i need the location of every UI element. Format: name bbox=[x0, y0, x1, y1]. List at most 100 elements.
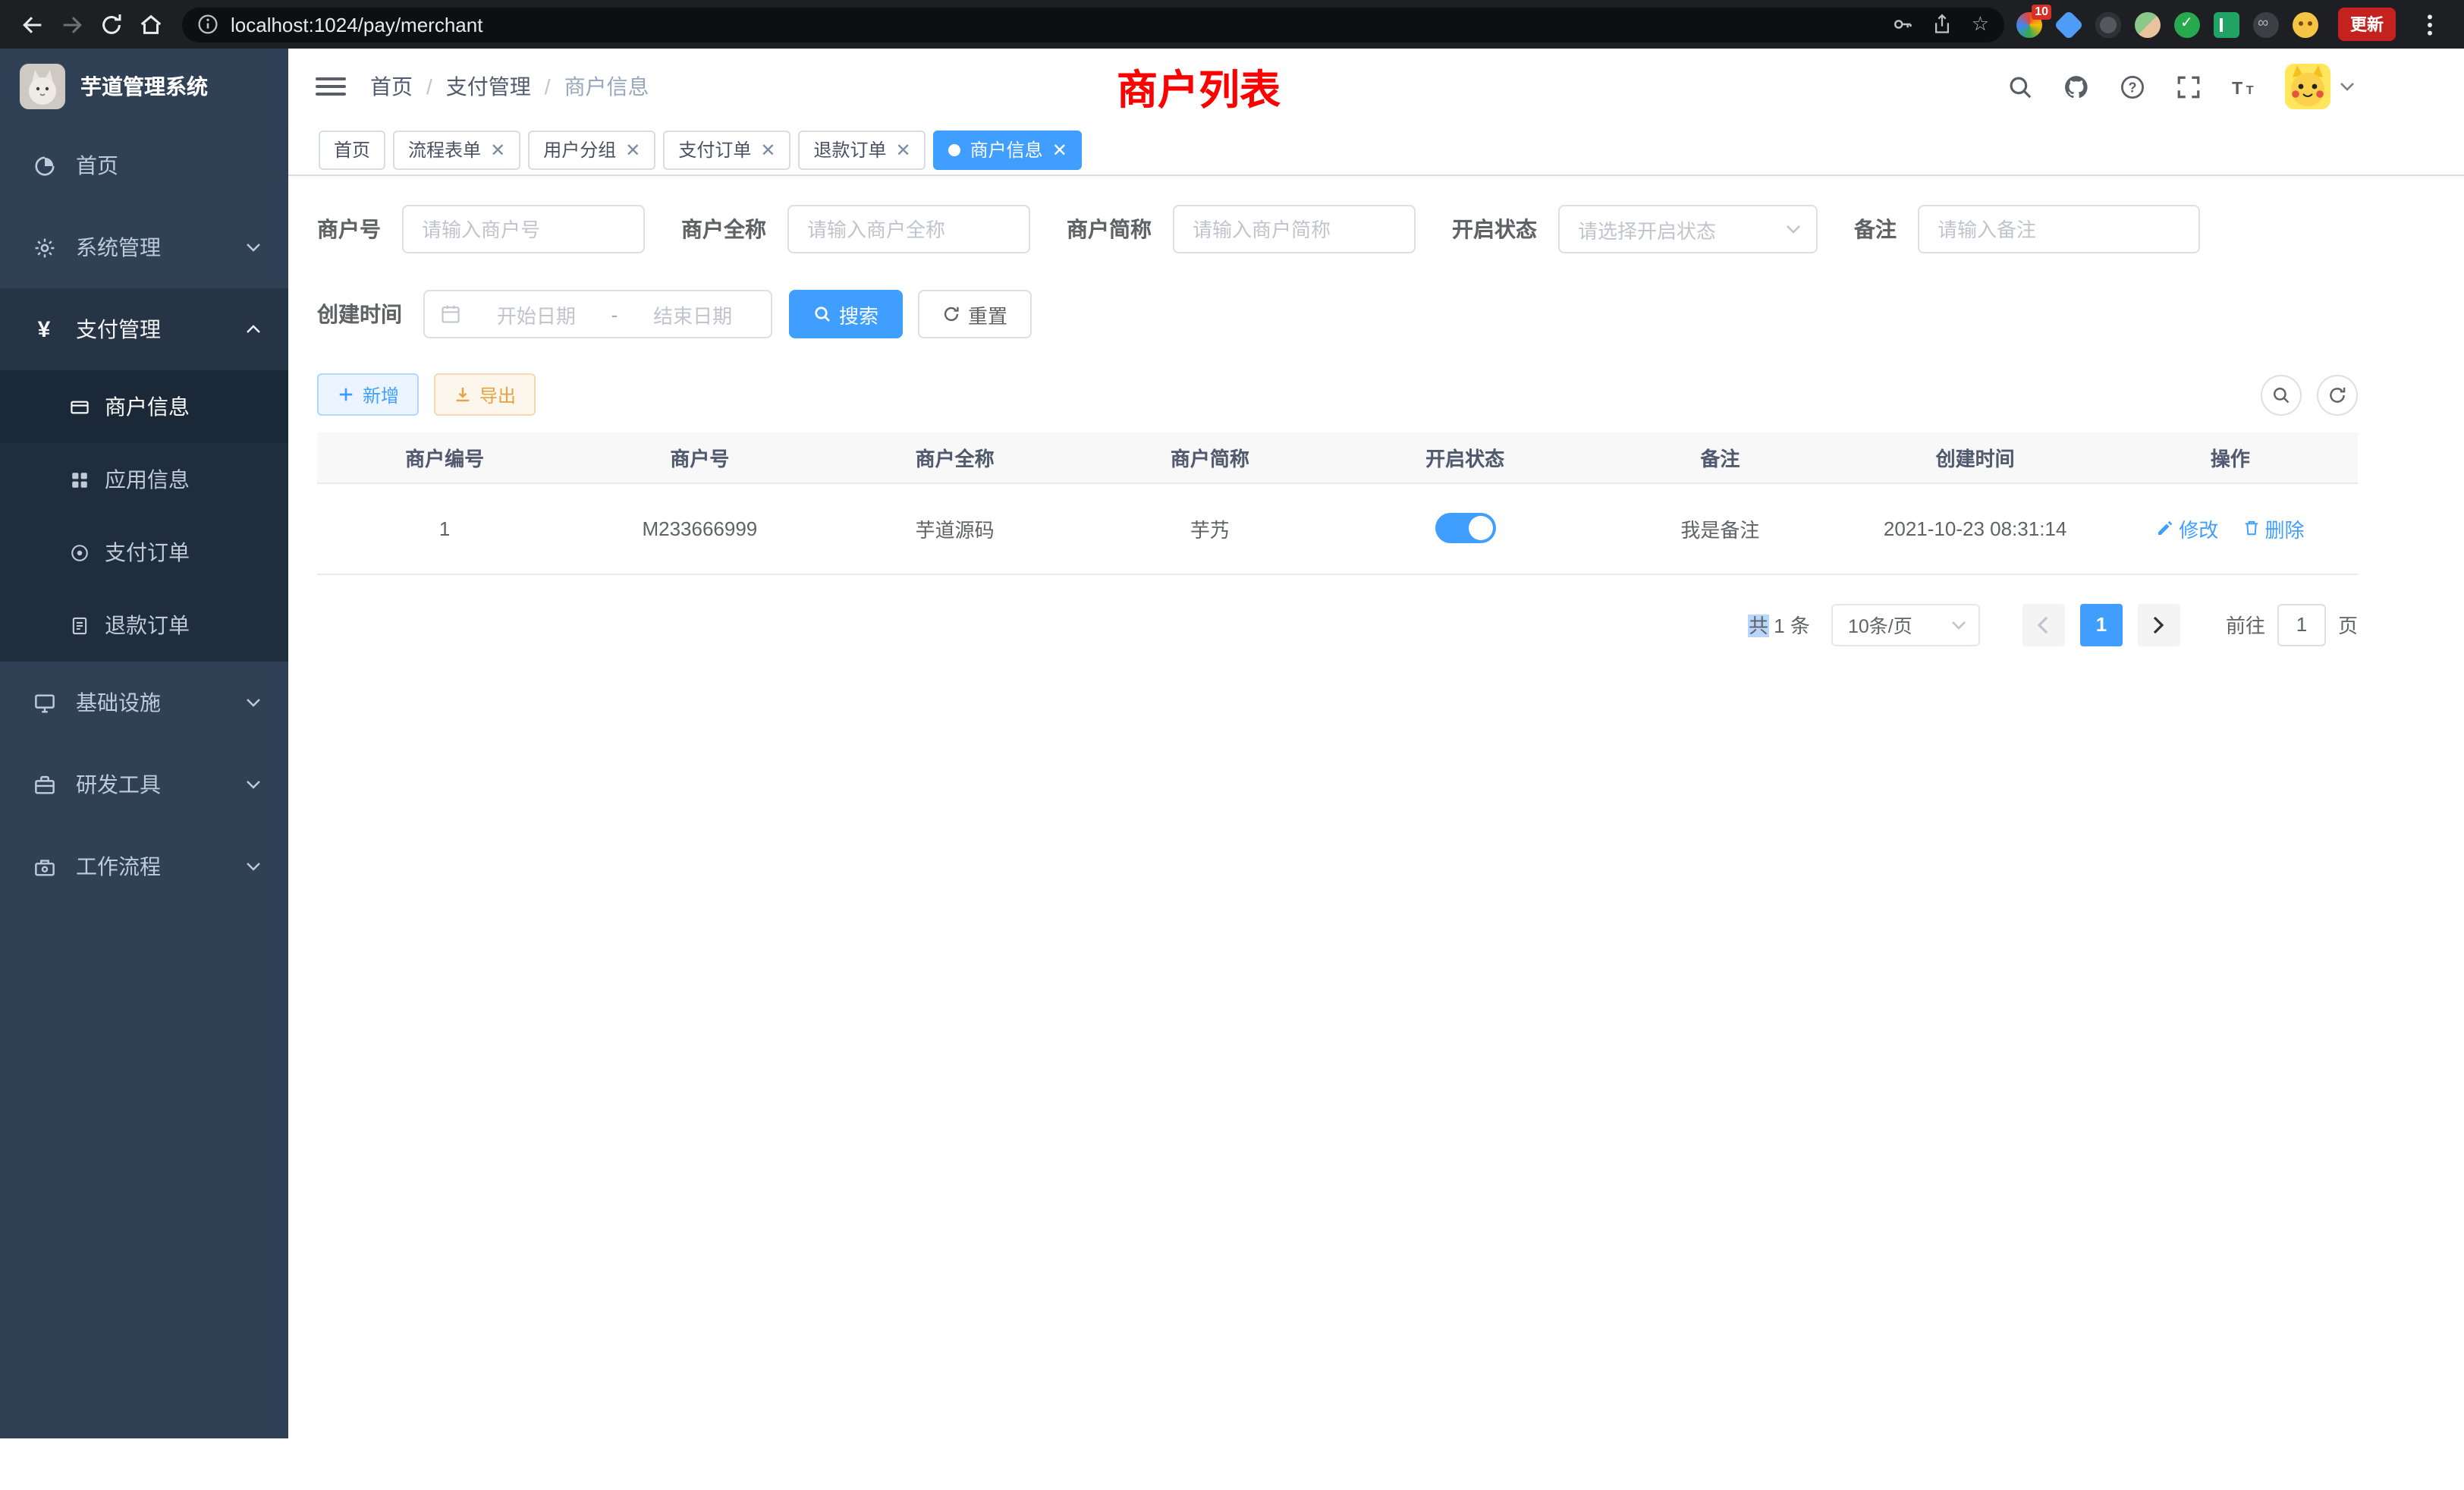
extension-icon[interactable] bbox=[2095, 11, 2121, 37]
search-button[interactable]: 搜索 bbox=[789, 290, 903, 338]
refresh-button[interactable] bbox=[2317, 374, 2358, 415]
grid-icon bbox=[67, 470, 91, 489]
create-time-range-picker[interactable]: 开始日期 - 结束日期 bbox=[423, 290, 772, 338]
sidebar-item-workflow[interactable]: 工作流程 bbox=[0, 825, 288, 907]
delete-link[interactable]: 删除 bbox=[2242, 514, 2305, 542]
extension-icon[interactable] bbox=[2253, 11, 2279, 37]
active-dot bbox=[949, 143, 961, 156]
pagination-total-prefix: 共 bbox=[1749, 615, 1768, 637]
reset-button[interactable]: 重置 bbox=[918, 290, 1032, 338]
svg-text:?: ? bbox=[2127, 79, 2136, 94]
password-key-icon[interactable] bbox=[1893, 14, 1914, 35]
gear-icon bbox=[30, 236, 58, 259]
extension-icon[interactable] bbox=[2135, 11, 2161, 37]
extension-icon[interactable] bbox=[2054, 9, 2083, 39]
sidebar-item-payment[interactable]: ¥ 支付管理 bbox=[0, 288, 288, 370]
plus-icon bbox=[337, 385, 355, 404]
page-title-annotation: 商户列表 bbox=[1117, 57, 1281, 116]
edit-label: 修改 bbox=[2179, 514, 2218, 542]
edit-link[interactable]: 修改 bbox=[2156, 514, 2218, 542]
tab-label: 商户信息 bbox=[970, 137, 1043, 162]
close-icon[interactable]: ✕ bbox=[625, 140, 640, 159]
sidebar-item-label: 系统管理 bbox=[76, 232, 161, 262]
extension-icon[interactable]: 10 bbox=[2016, 11, 2042, 37]
goto-page-input[interactable] bbox=[2277, 603, 2326, 646]
tab-user-group[interactable]: 用户分组✕ bbox=[528, 130, 655, 169]
sidebar-item-home[interactable]: 首页 bbox=[0, 124, 288, 206]
tab-label: 支付订单 bbox=[678, 137, 751, 162]
breadcrumb-payment[interactable]: 支付管理 bbox=[446, 71, 531, 102]
close-icon[interactable]: ✕ bbox=[760, 140, 775, 159]
breadcrumb-home[interactable]: 首页 bbox=[370, 71, 413, 102]
sidebar-item-pay-order[interactable]: 支付订单 bbox=[0, 516, 288, 589]
tab-pay-order[interactable]: 支付订单 ✕ bbox=[663, 130, 790, 169]
extension-icon[interactable] bbox=[2214, 11, 2239, 37]
sidebar-item-dev-tools[interactable]: 研发工具 bbox=[0, 743, 288, 825]
search-icon[interactable] bbox=[2004, 71, 2035, 102]
merchant-name-input[interactable] bbox=[787, 205, 1030, 253]
col-header-actions: 操作 bbox=[2103, 432, 2358, 483]
home-button[interactable] bbox=[130, 5, 170, 44]
merchant-short-input[interactable] bbox=[1173, 205, 1416, 253]
tab-merchant-info[interactable]: 商户信息 ✕ bbox=[934, 130, 1083, 169]
next-page-button[interactable] bbox=[2138, 603, 2180, 646]
prev-page-button[interactable] bbox=[2022, 603, 2065, 646]
page-size-select[interactable]: 10条/页 bbox=[1831, 603, 1980, 646]
tab-refund-order[interactable]: 退款订单✕ bbox=[799, 130, 926, 169]
address-bar[interactable]: localhost:1024/pay/merchant ☆ bbox=[182, 7, 2004, 42]
bookmark-star-icon[interactable]: ☆ bbox=[1972, 12, 1989, 36]
extension-badge: 10 bbox=[2032, 4, 2051, 19]
chevron-right-icon bbox=[2152, 615, 2166, 633]
user-menu[interactable] bbox=[2285, 64, 2355, 109]
sidebar-item-label: 退款订单 bbox=[105, 610, 190, 640]
breadcrumb: 首页 / 支付管理 / 商户信息 bbox=[370, 71, 649, 102]
font-size-icon[interactable]: TT bbox=[2229, 71, 2259, 102]
sidebar-item-refund-order[interactable]: 退款订单 bbox=[0, 589, 288, 662]
extension-icon[interactable] bbox=[2174, 11, 2200, 37]
add-button[interactable]: 新增 bbox=[317, 373, 419, 416]
share-icon[interactable] bbox=[1932, 14, 1953, 35]
disc-icon bbox=[67, 542, 91, 562]
remark-input[interactable] bbox=[1918, 205, 2200, 253]
page-number-button[interactable]: 1 bbox=[2080, 603, 2123, 646]
export-button[interactable]: 导出 bbox=[434, 373, 536, 416]
page-size-value: 10条/页 bbox=[1848, 610, 1942, 639]
github-icon[interactable] bbox=[2060, 71, 2091, 102]
pagination-goto: 前往 页 bbox=[2226, 603, 2358, 646]
close-icon[interactable]: ✕ bbox=[1052, 140, 1067, 159]
col-header-full-name: 商户全称 bbox=[828, 432, 1083, 483]
goto-label: 前往 bbox=[2226, 610, 2265, 639]
fullscreen-icon[interactable] bbox=[2173, 71, 2203, 102]
close-icon[interactable]: ✕ bbox=[896, 140, 911, 159]
forward-button[interactable] bbox=[52, 5, 91, 44]
page-content: 商户号 商户全称 商户简称 开启状态 请选择开启状态 bbox=[288, 176, 2464, 646]
merchant-short-label: 商户简称 bbox=[1067, 214, 1173, 244]
sidebar-item-merchant-info[interactable]: 商户信息 bbox=[0, 370, 288, 443]
browser-menu-icon[interactable] bbox=[2409, 5, 2449, 44]
sidebar-item-infrastructure[interactable]: 基础设施 bbox=[0, 662, 288, 743]
close-icon[interactable]: ✕ bbox=[490, 140, 505, 159]
sidebar-item-app-info[interactable]: 应用信息 bbox=[0, 443, 288, 516]
app-logo[interactable]: 芋道管理系统 bbox=[0, 49, 288, 124]
table-header-row: 商户编号 商户号 商户全称 商户简称 开启状态 备注 创建时间 操作 bbox=[317, 432, 2358, 483]
merchant-no-input[interactable] bbox=[402, 205, 645, 253]
hide-search-button[interactable] bbox=[2261, 374, 2302, 415]
merchant-table: 商户编号 商户号 商户全称 商户简称 开启状态 备注 创建时间 操作 1 bbox=[317, 432, 2358, 574]
edit-icon bbox=[2156, 519, 2174, 537]
avatar bbox=[2285, 64, 2330, 109]
help-icon[interactable]: ? bbox=[2117, 71, 2147, 102]
browser-update-button[interactable]: 更新 bbox=[2338, 8, 2396, 41]
sidebar-item-label: 商户信息 bbox=[105, 391, 190, 422]
site-info-icon[interactable] bbox=[197, 14, 218, 35]
extension-icon[interactable] bbox=[2293, 11, 2318, 37]
page-unit-label: 页 bbox=[2338, 610, 2358, 639]
status-select[interactable]: 请选择开启状态 bbox=[1558, 205, 1818, 253]
sidebar-item-system[interactable]: 系统管理 bbox=[0, 206, 288, 288]
reload-button[interactable] bbox=[91, 5, 130, 44]
status-toggle[interactable] bbox=[1435, 513, 1495, 543]
tab-process-form[interactable]: 流程表单✕ bbox=[393, 130, 520, 169]
back-button[interactable] bbox=[12, 5, 52, 44]
remark-label: 备注 bbox=[1854, 214, 1918, 244]
hamburger-icon[interactable] bbox=[316, 71, 346, 102]
tab-home[interactable]: 首页 bbox=[319, 130, 385, 169]
